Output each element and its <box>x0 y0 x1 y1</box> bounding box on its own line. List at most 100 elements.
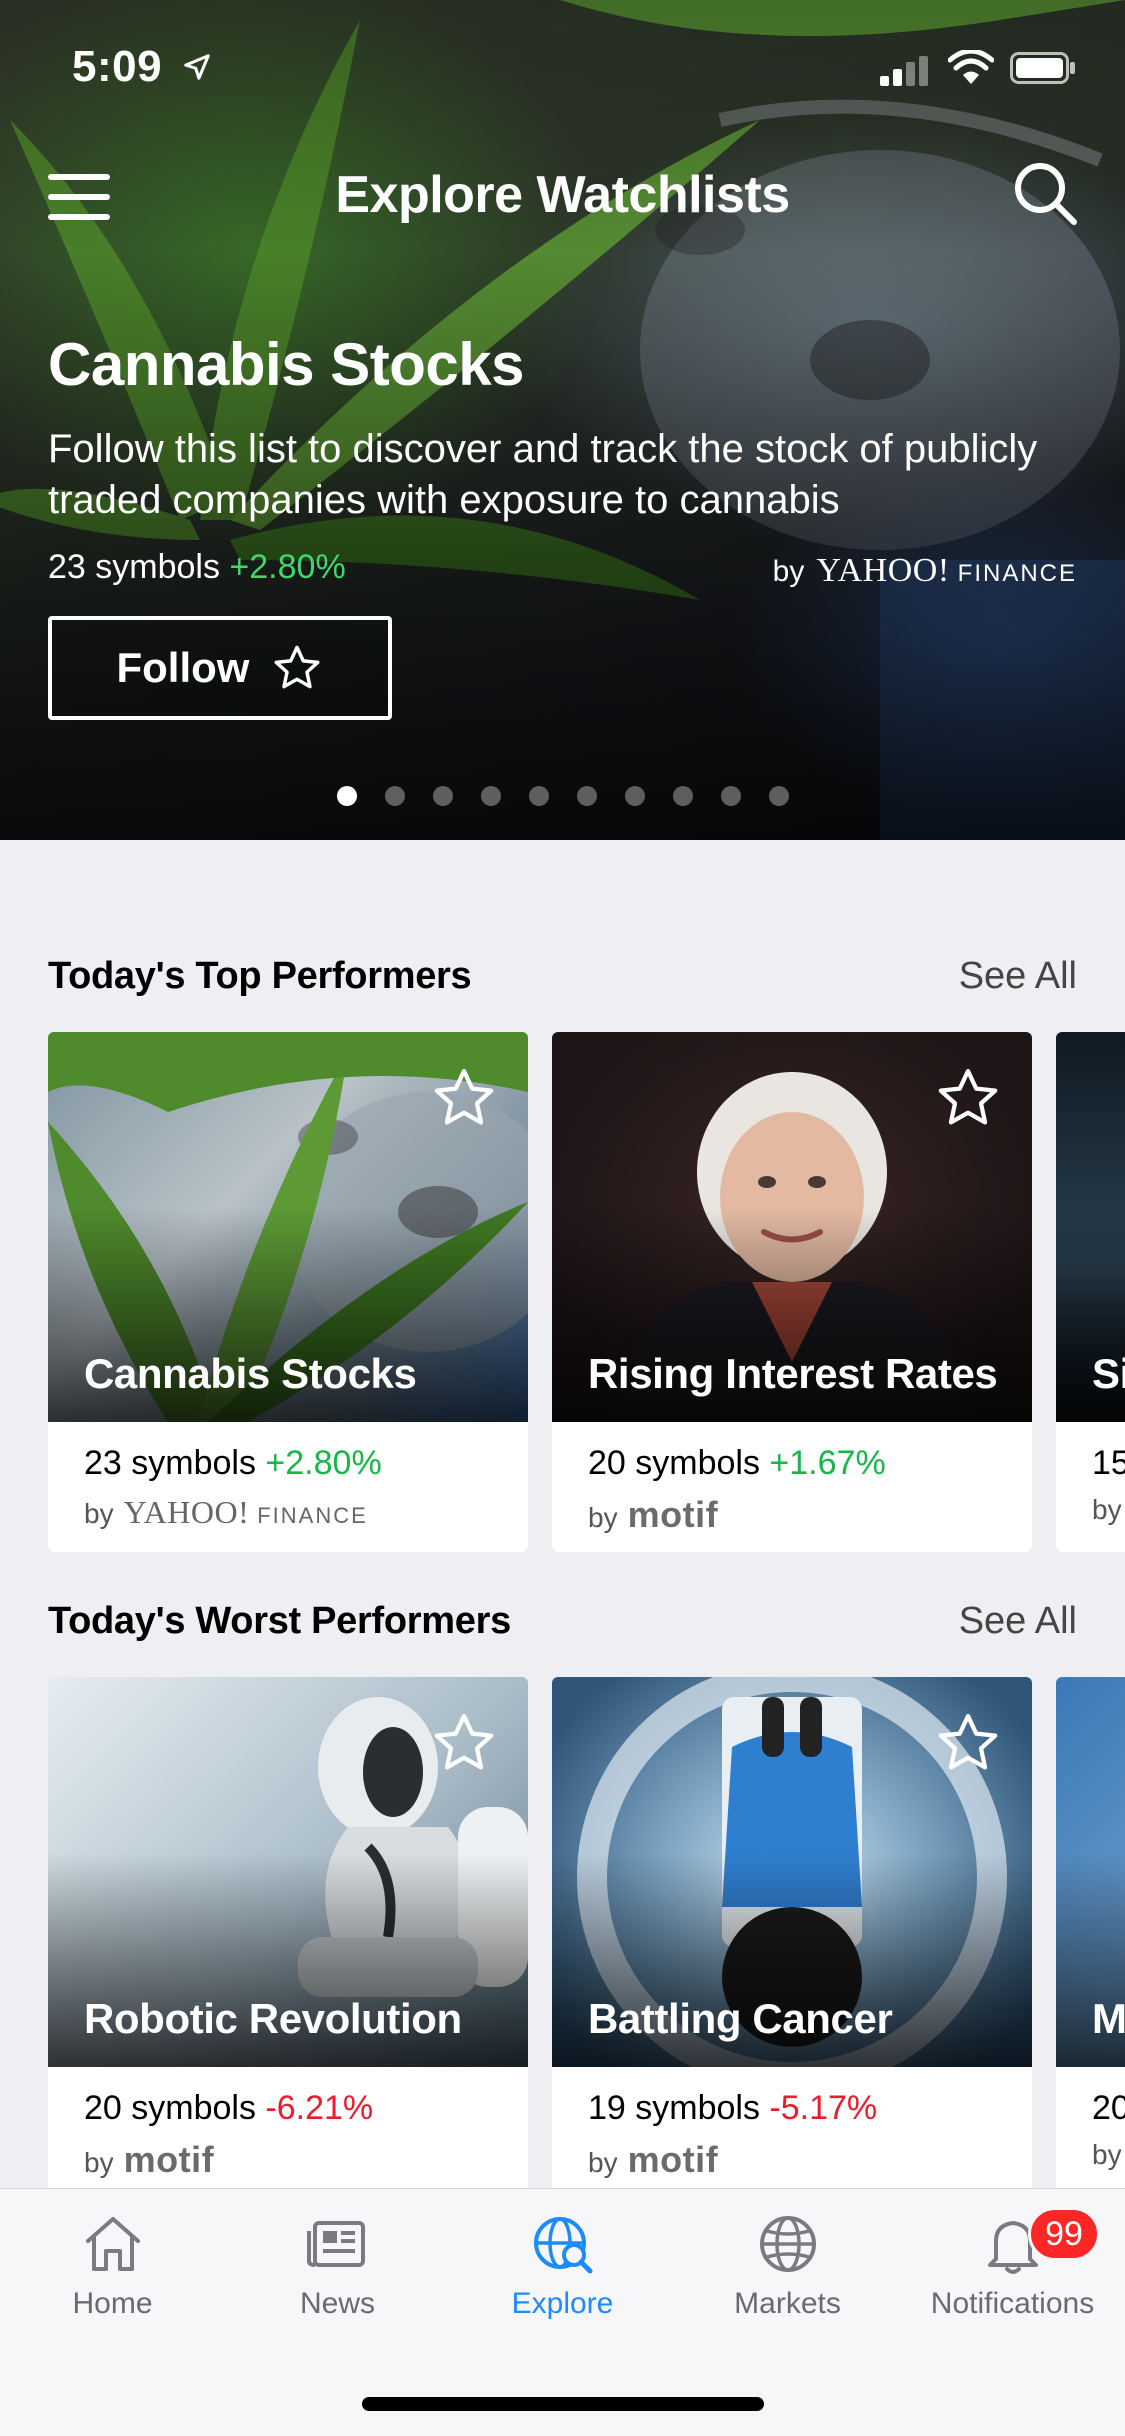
hero-description: Follow this list to discover and track t… <box>48 427 1038 522</box>
yahoo-logo-text: YAHOO! <box>123 1494 250 1530</box>
page-dot[interactable] <box>768 786 789 806</box>
section-title: Today's Top Performers <box>48 955 472 997</box>
card-symbols: 19 symbols <box>588 2089 760 2127</box>
yahoo-finance-logo: YAHOO! FINANCE <box>124 1494 368 1531</box>
cellular-signal-icon <box>880 56 928 86</box>
finance-logo-text: FINANCE <box>257 1503 368 1528</box>
card-title: Cannabis Stocks <box>84 1350 417 1397</box>
top-performers-carousel[interactable]: Cannabis Stocks 23 symbols +2.80% by YAH… <box>48 1032 1125 1552</box>
card-image: Rising Interest Rates <box>552 1032 1032 1422</box>
tab-news[interactable]: News <box>225 2209 450 2359</box>
watchlist-card[interactable]: Robotic Revolution 20 symbols -6.21% by … <box>48 1677 528 2197</box>
card-symbol-count: 20 symbols -6.21% <box>84 2089 373 2128</box>
hero-symbols: 23 symbols <box>48 548 220 586</box>
card-attribution: by YAHOO! FINANCE <box>84 1494 368 1531</box>
globe-icon <box>759 2216 816 2272</box>
tab-label: Notifications <box>930 2287 1095 2320</box>
card-attribution: by motif <box>588 1494 718 1536</box>
star-outline-icon[interactable] <box>934 1064 1002 1132</box>
watchlist-card[interactable]: Battling Cancer 19 symbols -5.17% by mot… <box>552 1677 1032 2197</box>
follow-button[interactable]: Follow <box>48 616 392 720</box>
watchlist-card[interactable]: Si 15 by <box>1056 1032 1125 1552</box>
card-image: Robotic Revolution <box>48 1677 528 2067</box>
star-outline-icon[interactable] <box>934 1709 1002 1777</box>
card-title: Battling Cancer <box>588 1995 893 2042</box>
page-title: Explore Watchlists <box>335 166 790 224</box>
tab-notifications[interactable]: 99 Notifications <box>900 2207 1125 2359</box>
page-dot[interactable] <box>624 786 645 806</box>
explore-icon <box>533 2217 592 2274</box>
card-by-label: by <box>84 1498 114 1529</box>
card-symbol-count: 19 symbols -5.17% <box>588 2089 877 2128</box>
page-dot[interactable] <box>384 786 405 806</box>
finance-logo-text: FINANCE <box>957 560 1077 587</box>
top-performers-header: Today's Top Performers See All <box>48 955 1077 998</box>
watchlist-card[interactable]: Cannabis Stocks 23 symbols +2.80% by YAH… <box>48 1032 528 1552</box>
hero-symbol-count: 23 symbols +2.80% <box>48 548 346 587</box>
page-dot[interactable] <box>432 786 453 806</box>
card-image: Cannabis Stocks <box>48 1032 528 1422</box>
hero-change: +2.80% <box>229 548 346 586</box>
motif-logo: motif <box>123 2139 215 2180</box>
page-dot[interactable] <box>480 786 501 806</box>
see-all-link[interactable]: See All <box>959 955 1077 998</box>
card-symbol-count: 20 <box>1092 2089 1125 2128</box>
section-title: Today's Worst Performers <box>48 1600 511 1642</box>
hero-banner[interactable]: 5:09 Explore Watchlists Cannabis Stocks … <box>0 0 1125 840</box>
status-time: 5:09 <box>72 42 163 91</box>
card-change: +1.67% <box>769 1444 886 1482</box>
hero-by-label: by <box>772 555 805 588</box>
star-outline-icon <box>274 645 321 689</box>
card-by-label: by <box>1092 1494 1122 1525</box>
card-change: -5.17% <box>769 2089 878 2127</box>
wifi-icon <box>948 50 994 84</box>
motif-logo: motif <box>627 2139 719 2180</box>
card-title: M <box>1092 1995 1125 2042</box>
worst-performers-header: Today's Worst Performers See All <box>48 1600 1077 1643</box>
tab-bar: Home News Explore Markets 99 Notificatio… <box>0 2188 1125 2436</box>
motif-logo: motif <box>627 1494 719 1535</box>
star-outline-icon[interactable] <box>430 1064 498 1132</box>
location-arrow-icon <box>184 54 210 80</box>
card-symbols: 15 <box>1092 1444 1125 1482</box>
card-title: Si <box>1092 1350 1125 1397</box>
page-dot[interactable] <box>720 786 741 806</box>
star-outline-icon[interactable] <box>430 1709 498 1777</box>
tab-label: Markets <box>734 2287 841 2320</box>
notification-badge: 99 <box>1028 2207 1100 2261</box>
page-dot[interactable] <box>336 786 357 806</box>
card-by-label: by <box>588 1502 618 1533</box>
hero-attribution: by YAHOO! FINANCE <box>773 552 1077 590</box>
tab-label: Home <box>72 2287 153 2320</box>
card-symbols: 20 symbols <box>84 2089 256 2127</box>
home-icon <box>85 2217 140 2271</box>
tab-home[interactable]: Home <box>0 2209 225 2359</box>
news-icon <box>306 2221 365 2267</box>
card-symbol-count: 23 symbols +2.80% <box>84 1444 382 1483</box>
page-dot[interactable] <box>672 786 693 806</box>
card-symbols: 20 symbols <box>588 1444 760 1482</box>
worst-performers-carousel[interactable]: Robotic Revolution 20 symbols -6.21% by … <box>48 1677 1125 2197</box>
page-dot[interactable] <box>528 786 549 806</box>
carousel-page-indicator[interactable] <box>0 786 1125 806</box>
tab-markets[interactable]: Markets <box>675 2209 900 2359</box>
yahoo-finance-logo: YAHOO! FINANCE <box>816 552 1077 590</box>
card-symbols: 20 <box>1092 2089 1125 2127</box>
card-symbol-count: 20 symbols +1.67% <box>588 1444 886 1483</box>
card-by-label: by <box>588 2147 618 2178</box>
watchlist-card[interactable]: M 20 by <box>1056 1677 1125 2197</box>
tab-explore[interactable]: Explore <box>450 2209 675 2359</box>
battery-icon <box>1010 52 1075 84</box>
follow-label: Follow <box>116 644 250 691</box>
card-image: Battling Cancer <box>552 1677 1032 2067</box>
search-icon[interactable] <box>1012 160 1078 226</box>
card-attribution: by <box>1092 2139 1122 2171</box>
card-image: M <box>1056 1677 1125 2067</box>
page-dot[interactable] <box>576 786 597 806</box>
see-all-link[interactable]: See All <box>959 1600 1077 1643</box>
home-indicator[interactable] <box>362 2397 764 2411</box>
watchlist-card[interactable]: Rising Interest Rates 20 symbols +1.67% … <box>552 1032 1032 1552</box>
card-by-label: by <box>84 2147 114 2178</box>
status-bar: 5:09 <box>0 0 1125 135</box>
card-change: +2.80% <box>265 1444 382 1482</box>
